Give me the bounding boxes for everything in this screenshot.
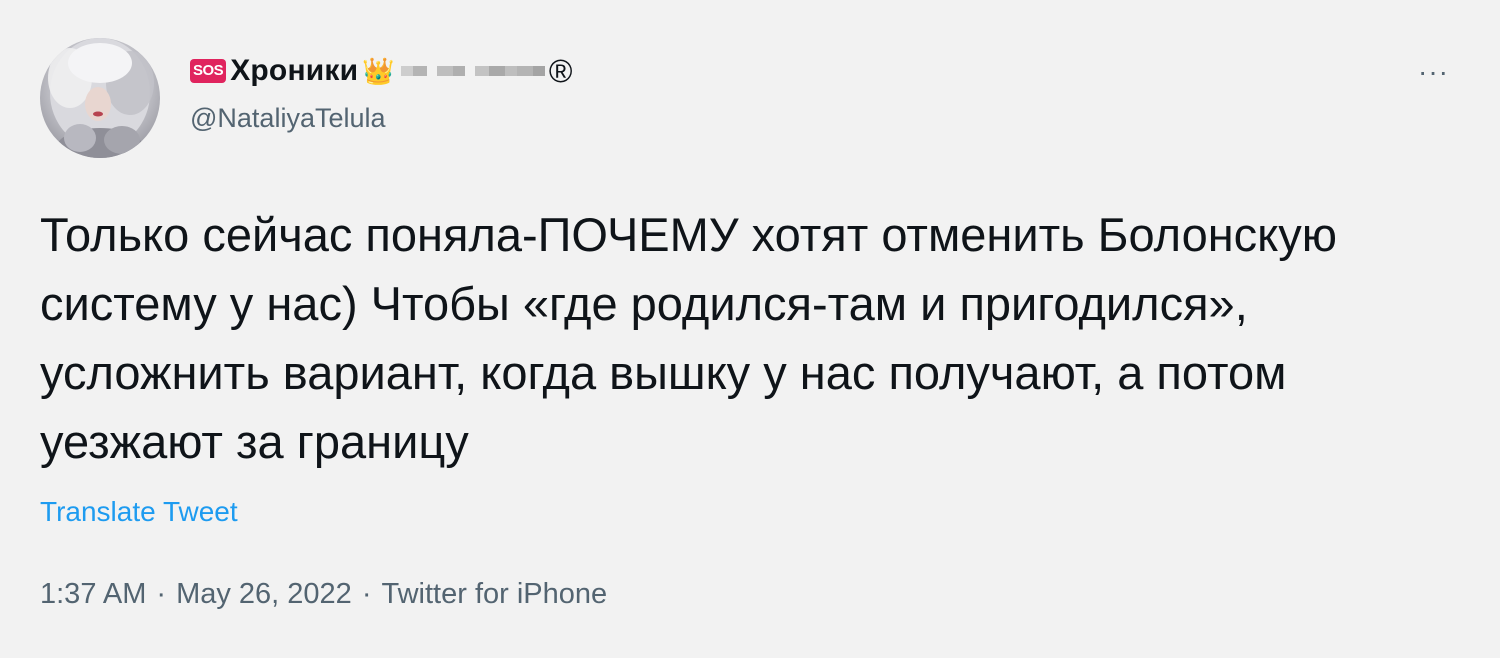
tweet-date[interactable]: May 26, 2022: [176, 578, 352, 611]
tweet-time[interactable]: 1:37 AM: [40, 578, 146, 611]
ellipsis-icon[interactable]: ···: [1418, 56, 1449, 88]
tweet-client[interactable]: Twitter for iPhone: [381, 578, 607, 611]
sos-icon: SOS: [190, 59, 227, 83]
author-handle[interactable]: @NataliyaTelula: [190, 103, 386, 134]
registered-mark: ®: [548, 52, 573, 89]
meta-separator: ·: [156, 578, 167, 610]
tweet-meta: 1:37 AM · May 26, 2022 · Twitter for iPh…: [40, 578, 607, 611]
avatar-image: [48, 38, 154, 158]
pixelated-name-part: [400, 66, 545, 76]
tweet-card: SOS Хроники 👑 ® @NataliyaTelula ··· Толь…: [0, 0, 1500, 658]
crown-icon: 👑: [362, 56, 395, 86]
translate-tweet-link[interactable]: Translate Tweet: [40, 496, 238, 528]
avatar[interactable]: [40, 38, 160, 158]
meta-separator: ·: [361, 578, 372, 610]
author-name-row[interactable]: SOS Хроники 👑 ®: [190, 50, 573, 92]
display-name[interactable]: Хроники: [230, 54, 358, 88]
tweet-text: Только сейчас поняла-ПОЧЕМУ хотят отмени…: [40, 208, 1338, 468]
